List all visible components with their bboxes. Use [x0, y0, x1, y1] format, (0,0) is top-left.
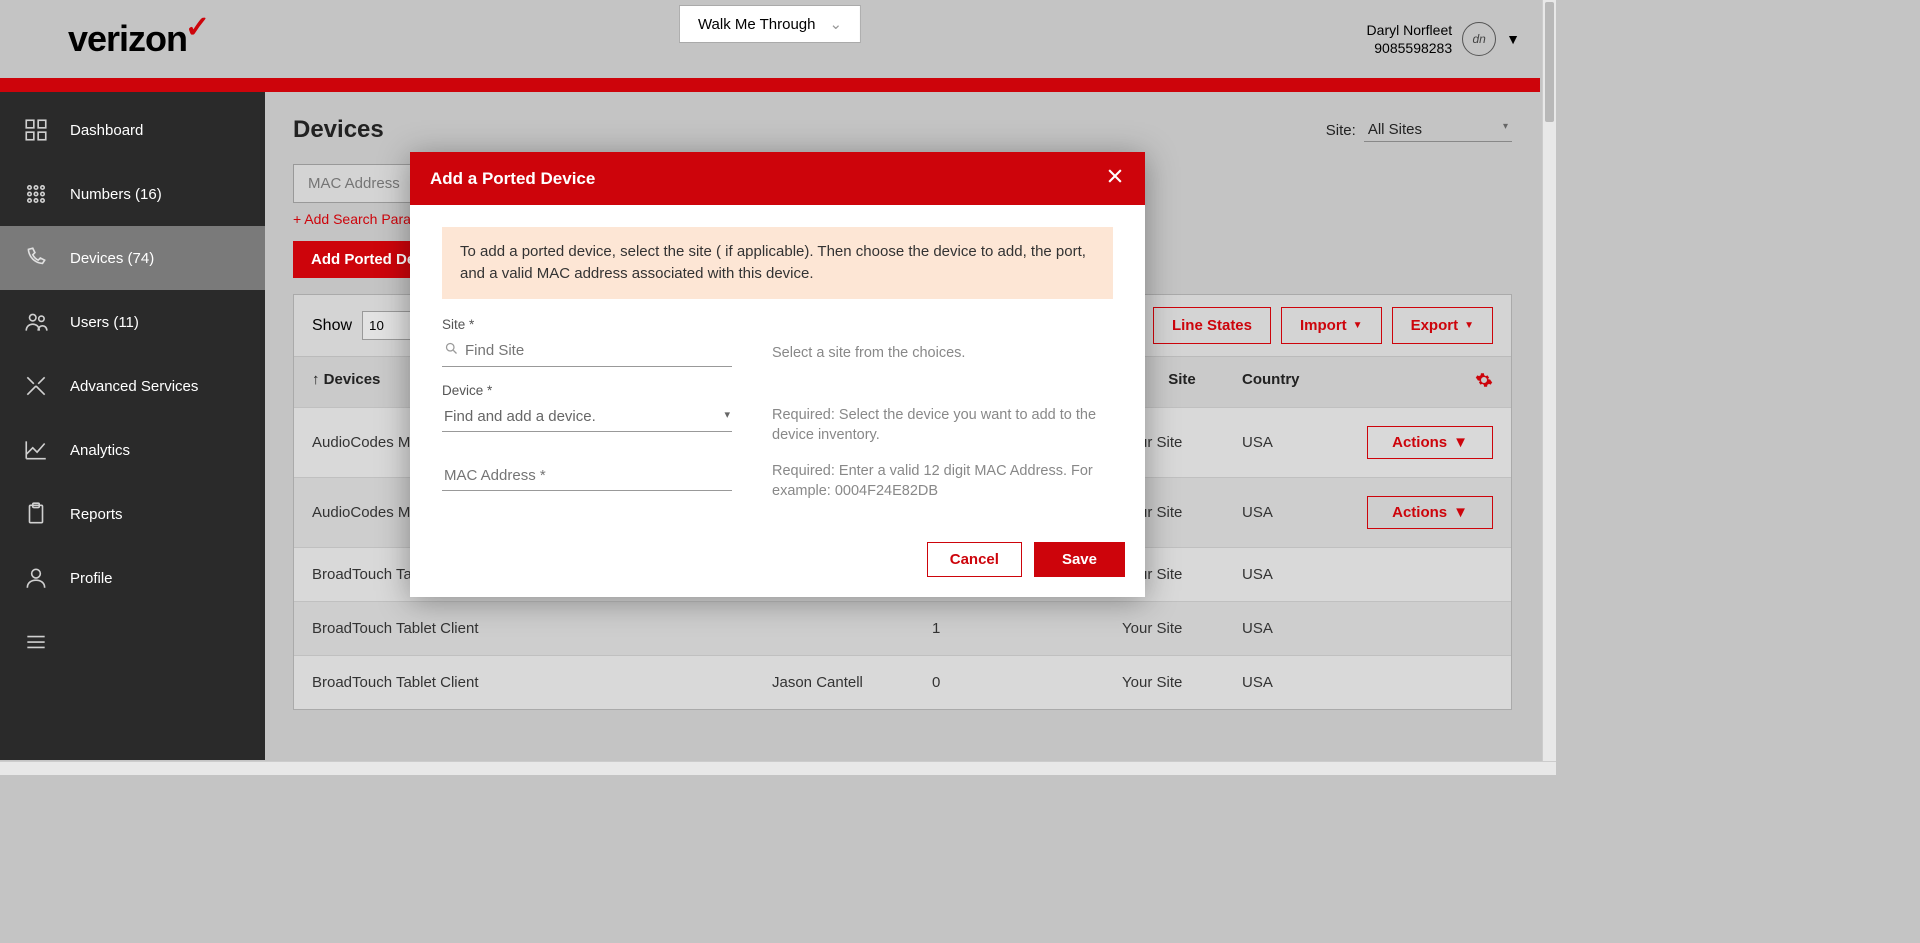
cell-country: USA — [1242, 674, 1352, 691]
sidebar-item-label: Numbers (16) — [70, 186, 162, 203]
grid-icon — [22, 116, 50, 144]
actions-button[interactable]: Actions ▼ — [1367, 496, 1493, 529]
save-button[interactable]: Save — [1034, 542, 1125, 577]
user-number: 9085598283 — [1367, 39, 1453, 57]
sidebar-item-label: Dashboard — [70, 122, 143, 139]
sidebar: Dashboard Numbers (16) Devices (74) User… — [0, 92, 265, 760]
walk-me-through-dropdown[interactable]: Walk Me Through ⌄ — [679, 5, 861, 43]
top-bar: verizon✓ Walk Me Through ⌄ Daryl Norflee… — [0, 0, 1540, 78]
user-info: Daryl Norfleet 9085598283 dn ▼ — [1367, 21, 1520, 57]
tools-icon — [22, 372, 50, 400]
vertical-scrollbar[interactable] — [1542, 0, 1556, 761]
users-icon — [22, 308, 50, 336]
mac-help-text: Required: Enter a valid 12 digit MAC Add… — [772, 461, 1113, 502]
site-help-text: Select a site from the choices. — [772, 317, 1113, 367]
user-menu-caret-icon[interactable]: ▼ — [1506, 31, 1520, 47]
sidebar-item-users[interactable]: Users (11) — [0, 290, 265, 354]
show-label: Show — [312, 317, 352, 335]
sidebar-item-label: Devices (74) — [70, 250, 154, 267]
dialpad-icon — [22, 180, 50, 208]
avatar[interactable]: dn — [1462, 22, 1496, 56]
cell-country: USA — [1242, 620, 1352, 637]
cell-country: USA — [1242, 566, 1352, 583]
site-selector[interactable]: Site: All Sites — [1326, 118, 1512, 142]
cell-lines: 1 — [932, 620, 1122, 637]
actions-button[interactable]: Actions ▼ — [1367, 426, 1493, 459]
sidebar-hamburger[interactable] — [0, 610, 265, 674]
cell-country: USA — [1242, 434, 1352, 451]
caret-down-icon: ▼ — [1353, 320, 1363, 331]
chevron-down-icon: ⌄ — [829, 15, 842, 33]
page-title: Devices — [293, 116, 384, 144]
chart-icon — [22, 436, 50, 464]
export-button[interactable]: Export▼ — [1392, 307, 1493, 344]
cell-site: Your Site — [1122, 620, 1242, 637]
line-states-button[interactable]: Line States — [1153, 307, 1271, 344]
device-select[interactable]: Find and add a device. — [442, 402, 732, 432]
table-row[interactable]: BroadTouch Tablet ClientJason Cantell0Yo… — [294, 655, 1511, 709]
hamburger-icon — [22, 628, 50, 656]
caret-down-icon: ▼ — [1453, 504, 1468, 521]
sidebar-item-advanced-services[interactable]: Advanced Services — [0, 354, 265, 418]
col-country-header[interactable]: Country — [1242, 371, 1352, 393]
modal-info-text: To add a ported device, select the site … — [442, 227, 1113, 299]
show-count-input[interactable] — [362, 311, 412, 340]
clipboard-icon — [22, 500, 50, 528]
sidebar-item-label: Analytics — [70, 442, 130, 459]
person-icon — [22, 564, 50, 592]
cell-device: BroadTouch Tablet Client — [312, 674, 772, 691]
cell-site: Your Site — [1122, 674, 1242, 691]
site-field-label: Site * — [442, 317, 732, 332]
sidebar-item-profile[interactable]: Profile — [0, 546, 265, 610]
cell-country: USA — [1242, 504, 1352, 521]
add-ported-device-modal: Add a Ported Device To add a ported devi… — [410, 152, 1145, 597]
sidebar-item-numbers[interactable]: Numbers (16) — [0, 162, 265, 226]
horizontal-scrollbar[interactable] — [0, 761, 1556, 775]
table-row[interactable]: BroadTouch Tablet Client 1Your SiteUSA — [294, 601, 1511, 655]
sidebar-item-label: Profile — [70, 570, 113, 587]
mac-address-field[interactable] — [442, 461, 732, 491]
sidebar-item-devices[interactable]: Devices (74) — [0, 226, 265, 290]
phone-icon — [22, 244, 50, 272]
sidebar-item-analytics[interactable]: Analytics — [0, 418, 265, 482]
sidebar-item-dashboard[interactable]: Dashboard — [0, 98, 265, 162]
modal-title: Add a Ported Device — [430, 169, 595, 189]
logo-check-icon: ✓ — [185, 10, 209, 45]
import-button[interactable]: Import▼ — [1281, 307, 1382, 344]
red-accent-bar — [0, 78, 1540, 92]
search-icon — [444, 341, 459, 361]
cancel-button[interactable]: Cancel — [927, 542, 1022, 577]
sidebar-item-label: Advanced Services — [70, 378, 198, 395]
device-field-label: Device * — [442, 383, 732, 398]
sidebar-item-reports[interactable]: Reports — [0, 482, 265, 546]
caret-down-icon: ▼ — [1453, 434, 1468, 451]
gear-icon[interactable] — [1475, 371, 1493, 393]
sidebar-item-label: Users (11) — [70, 314, 139, 331]
user-name: Daryl Norfleet — [1367, 21, 1453, 39]
cell-lines: 0 — [932, 674, 1122, 691]
cell-device: BroadTouch Tablet Client — [312, 620, 772, 637]
site-search-input[interactable] — [442, 336, 732, 367]
cell-user: Jason Cantell — [772, 674, 932, 691]
sidebar-item-label: Reports — [70, 506, 123, 523]
caret-down-icon: ▼ — [1464, 320, 1474, 331]
verizon-logo: verizon✓ — [68, 18, 209, 60]
close-icon[interactable] — [1105, 166, 1125, 191]
device-help-text: Required: Select the device you want to … — [772, 383, 1113, 446]
